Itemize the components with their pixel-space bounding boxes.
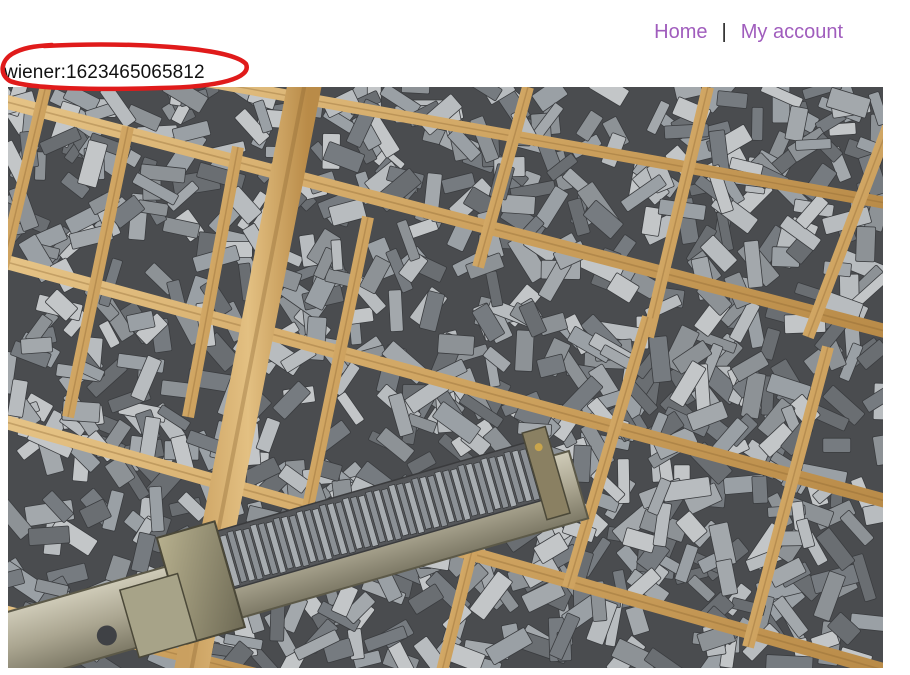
hero-image [8, 87, 883, 668]
page: Home | My account wiener:1623465065812 [0, 0, 910, 675]
home-link[interactable]: Home [654, 20, 707, 44]
session-token-text: wiener:1623465065812 [4, 62, 205, 83]
my-account-link[interactable]: My account [741, 20, 843, 44]
top-navigation: Home | My account [654, 20, 843, 44]
letterpress-type-case-photo [8, 87, 883, 668]
nav-separator: | [721, 21, 727, 43]
